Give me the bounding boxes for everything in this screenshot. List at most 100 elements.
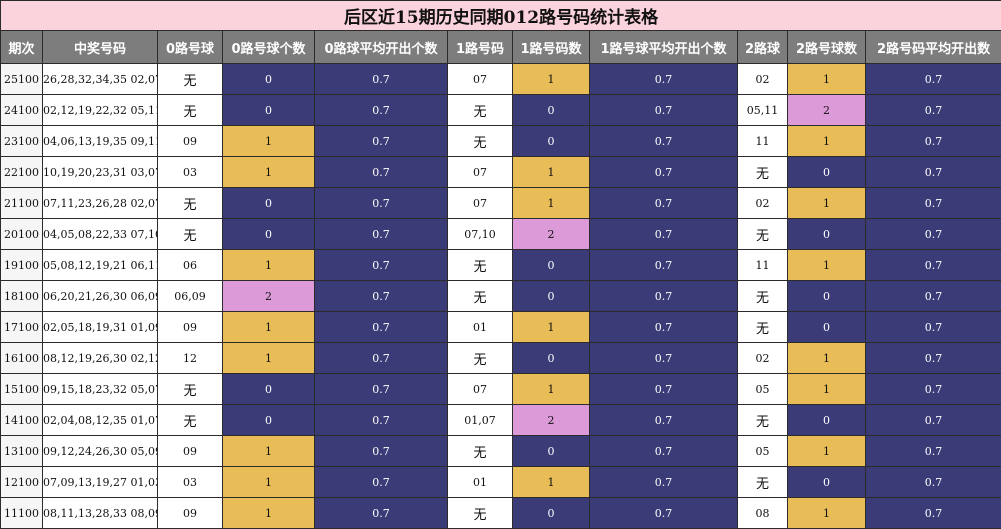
cell-r2-avg: 0.7	[864, 497, 1001, 529]
cell-r2-avg: 0.7	[864, 125, 1001, 157]
cell-r1: 07	[447, 63, 513, 95]
cell-r1-avg: 0.7	[589, 187, 738, 219]
cell-r0-avg: 0.7	[314, 404, 448, 436]
cell-r1-count: 0	[512, 125, 590, 157]
cell-r0-count: 0	[222, 404, 315, 436]
cell-r2-avg: 0.7	[864, 373, 1001, 405]
cell-r1-count: 1	[512, 63, 590, 95]
cell-r1: 01,07	[447, 404, 513, 436]
header-r0-count: 0路号球个数	[222, 30, 315, 64]
cell-r2-count: 1	[787, 342, 866, 374]
cell-numbers: 06,20,21,26,30 06,09	[42, 280, 158, 312]
cell-r2: 无	[737, 156, 788, 188]
cell-r0: 无	[157, 187, 223, 219]
cell-r0-avg: 0.7	[314, 218, 448, 250]
cell-r1-avg: 0.7	[589, 466, 738, 498]
cell-period: 16100	[0, 342, 43, 374]
cell-period: 15100	[0, 373, 43, 405]
table-row: 21100 07,11,23,26,28 02,07 无 0 0.7 07 1 0.7 02 1 0…	[0, 187, 1001, 219]
cell-period: 17100	[0, 311, 43, 343]
table-row: 13100 09,12,24,26,30 05,09 09 1 0.7 无 0 0.7 05 1 0…	[0, 435, 1001, 467]
cell-r2: 11	[737, 125, 788, 157]
table-body: 25100 26,28,32,34,35 02,07 无 0 0.7 07 1 0.7 02 1 0…	[0, 63, 1001, 529]
cell-r0-count: 0	[222, 94, 315, 126]
cell-r2: 05,11	[737, 94, 788, 126]
cell-r1: 无	[447, 342, 513, 374]
cell-r2: 02	[737, 187, 788, 219]
cell-r1-avg: 0.7	[589, 373, 738, 405]
cell-r2: 02	[737, 342, 788, 374]
header-numbers: 中奖号码	[42, 30, 158, 64]
cell-r0-count: 0	[222, 373, 315, 405]
cell-r0: 09	[157, 497, 223, 529]
cell-r1: 01	[447, 466, 513, 498]
cell-r2-avg: 0.7	[864, 311, 1001, 343]
cell-r2-count: 0	[787, 280, 866, 312]
cell-period: 25100	[0, 63, 43, 95]
cell-r1-avg: 0.7	[589, 156, 738, 188]
header-r2-avg: 2路号码平均开出数	[864, 30, 1001, 64]
cell-r2: 无	[737, 218, 788, 250]
cell-period: 11100	[0, 497, 43, 529]
cell-numbers: 02,05,18,19,31 01,09	[42, 311, 158, 343]
cell-r0-count: 1	[222, 466, 315, 498]
cell-r2-count: 1	[787, 187, 866, 219]
cell-r1: 无	[447, 125, 513, 157]
cell-r2: 无	[737, 466, 788, 498]
cell-r0-count: 0	[222, 63, 315, 95]
table-row: 16100 08,12,19,26,30 02,12 12 1 0.7 无 0 0.7 02 1 0…	[0, 342, 1001, 374]
cell-r2: 11	[737, 249, 788, 281]
cell-r0: 12	[157, 342, 223, 374]
cell-r2-avg: 0.7	[864, 404, 1001, 436]
cell-r0-avg: 0.7	[314, 497, 448, 529]
cell-r2-avg: 0.7	[864, 156, 1001, 188]
cell-r2-avg: 0.7	[864, 280, 1001, 312]
cell-r1: 07	[447, 373, 513, 405]
cell-numbers: 09,15,18,23,32 05,07	[42, 373, 158, 405]
cell-r1-count: 0	[512, 280, 590, 312]
cell-r2-count: 1	[787, 249, 866, 281]
cell-numbers: 08,11,13,28,33 08,09	[42, 497, 158, 529]
cell-r0-count: 0	[222, 187, 315, 219]
cell-r2-count: 0	[787, 311, 866, 343]
cell-r0-avg: 0.7	[314, 280, 448, 312]
stats-table: 后区近15期历史同期012路号码统计表格 期次 中奖号码 0路号球 0路号球个数…	[0, 0, 1001, 529]
cell-r1: 无	[447, 94, 513, 126]
cell-numbers: 07,11,23,26,28 02,07	[42, 187, 158, 219]
cell-r1: 无	[447, 435, 513, 467]
cell-r0-count: 1	[222, 249, 315, 281]
cell-period: 19100	[0, 249, 43, 281]
cell-r1: 01	[447, 311, 513, 343]
cell-r0-avg: 0.7	[314, 435, 448, 467]
cell-r1-count: 2	[512, 404, 590, 436]
cell-r1-avg: 0.7	[589, 435, 738, 467]
cell-numbers: 26,28,32,34,35 02,07	[42, 63, 158, 95]
cell-period: 21100	[0, 187, 43, 219]
cell-period: 22100	[0, 156, 43, 188]
cell-r1-count: 1	[512, 466, 590, 498]
cell-r1: 07	[447, 156, 513, 188]
cell-r2: 05	[737, 373, 788, 405]
cell-r1-count: 1	[512, 311, 590, 343]
table-row: 12100 07,09,13,19,27 01,03 03 1 0.7 01 1 0.7 无 0 0…	[0, 466, 1001, 498]
cell-r1-count: 0	[512, 342, 590, 374]
cell-r0-avg: 0.7	[314, 373, 448, 405]
cell-r1-avg: 0.7	[589, 63, 738, 95]
cell-r0-avg: 0.7	[314, 125, 448, 157]
cell-r0: 无	[157, 404, 223, 436]
cell-r0-avg: 0.7	[314, 63, 448, 95]
cell-r2-count: 1	[787, 373, 866, 405]
cell-r0-avg: 0.7	[314, 342, 448, 374]
cell-r2: 无	[737, 280, 788, 312]
cell-r1-avg: 0.7	[589, 94, 738, 126]
table-title: 后区近15期历史同期012路号码统计表格	[0, 0, 1001, 31]
cell-r0: 无	[157, 94, 223, 126]
table-row: 17100 02,05,18,19,31 01,09 09 1 0.7 01 1 0.7 无 0 0…	[0, 311, 1001, 343]
cell-r1-avg: 0.7	[589, 342, 738, 374]
cell-r2: 无	[737, 404, 788, 436]
cell-numbers: 04,05,08,22,33 07,10	[42, 218, 158, 250]
cell-r2-count: 1	[787, 435, 866, 467]
cell-r1-count: 1	[512, 156, 590, 188]
cell-r1-avg: 0.7	[589, 249, 738, 281]
cell-r1: 无	[447, 280, 513, 312]
